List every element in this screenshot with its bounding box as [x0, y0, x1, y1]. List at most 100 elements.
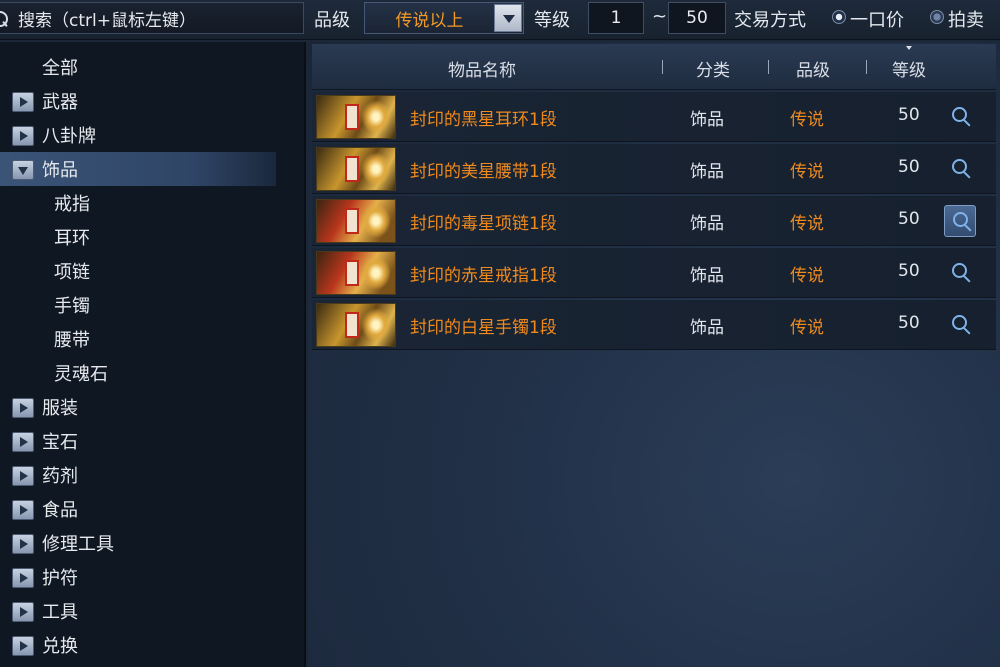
- expand-arrow-icon[interactable]: [12, 398, 34, 418]
- sidebar-item-label: 工具: [42, 602, 78, 623]
- sidebar-item-potions[interactable]: 药剂: [0, 458, 300, 492]
- column-divider: [768, 60, 769, 74]
- table-row[interactable]: 封印的毒星项链1段 饰品 传说 50: [312, 196, 996, 246]
- grade-label: 品级: [314, 10, 350, 31]
- expand-arrow-icon[interactable]: [12, 466, 34, 486]
- table-row[interactable]: 封印的白星手镯1段 饰品 传说 50: [312, 300, 996, 350]
- search-input[interactable]: 搜索（ctrl+鼠标左键）: [0, 2, 304, 34]
- magnifier-icon[interactable]: [944, 205, 976, 237]
- item-thumbnail: [316, 303, 396, 347]
- item-grade: 传说: [790, 162, 824, 182]
- item-thumbnail: [316, 251, 396, 295]
- sidebar-item-food[interactable]: 食品: [0, 492, 300, 526]
- column-divider: [866, 60, 867, 74]
- sidebar-item-weapons[interactable]: 武器: [0, 84, 300, 118]
- radio-fixed-price-label[interactable]: 一口价: [850, 6, 904, 32]
- item-level: 50: [898, 313, 920, 333]
- column-header-level[interactable]: 等级: [892, 56, 926, 81]
- column-header-grade[interactable]: 品级: [796, 56, 830, 81]
- radio-auction-label[interactable]: 拍卖: [948, 6, 984, 32]
- sidebar-item-belts[interactable]: 腰带: [0, 322, 300, 356]
- table-header: 物品名称 分类 品级 等级: [312, 44, 996, 90]
- magnifier-icon[interactable]: [944, 257, 976, 289]
- item-name[interactable]: 封印的赤星戒指1段: [410, 261, 557, 286]
- sidebar-item-necklaces[interactable]: 项链: [0, 254, 300, 288]
- level-label: 等级: [534, 10, 570, 31]
- expand-arrow-icon[interactable]: [12, 500, 34, 520]
- sidebar-item-label: 饰品: [42, 160, 78, 181]
- item-grade: 传说: [790, 214, 824, 234]
- sidebar-item-label: 武器: [42, 92, 78, 113]
- sidebar-item-bagua[interactable]: 八卦牌: [0, 118, 300, 152]
- sidebar-item-gems[interactable]: 宝石: [0, 424, 300, 458]
- sidebar-item-label: 灵魂石: [54, 364, 108, 385]
- sidebar-item-all[interactable]: 全部: [0, 50, 300, 84]
- level-range-separator: ~: [652, 6, 668, 27]
- search-placeholder: 搜索（ctrl+鼠标左键）: [18, 10, 196, 31]
- sidebar-item-label: 全部: [42, 58, 78, 79]
- sidebar-item-label: 八卦牌: [42, 126, 96, 147]
- expand-arrow-icon[interactable]: [12, 636, 34, 656]
- expand-arrow-icon[interactable]: [12, 602, 34, 622]
- magnifier-icon[interactable]: [944, 309, 976, 341]
- sidebar-item-label: 护符: [42, 568, 78, 589]
- table-row[interactable]: 封印的赤星戒指1段 饰品 传说 50: [312, 248, 996, 298]
- magnifier-icon[interactable]: [944, 153, 976, 185]
- item-name[interactable]: 封印的美星腰带1段: [410, 157, 557, 182]
- sidebar-item-costumes[interactable]: 服装: [0, 390, 300, 424]
- item-name[interactable]: 封印的毒星项链1段: [410, 209, 557, 234]
- filter-bar: 搜索（ctrl+鼠标左键） 品级 传说以上 等级 1 ~ 50 交易方式 一口价…: [0, 0, 1000, 40]
- expand-arrow-icon[interactable]: [12, 432, 34, 452]
- expand-arrow-icon[interactable]: [12, 534, 34, 554]
- grade-dropdown[interactable]: 传说以上: [364, 2, 524, 34]
- level-max-input[interactable]: 50: [668, 2, 726, 34]
- column-header-name[interactable]: 物品名称: [448, 56, 516, 81]
- item-name[interactable]: 封印的黑星耳环1段: [410, 105, 557, 130]
- sidebar-item-label: 戒指: [54, 194, 90, 215]
- sidebar-item-label: 腰带: [54, 330, 90, 351]
- column-divider: [662, 60, 663, 74]
- sidebar-item-earrings[interactable]: 耳环: [0, 220, 300, 254]
- item-grade: 传说: [790, 318, 824, 338]
- item-grade: 传说: [790, 266, 824, 286]
- results-panel: 物品名称 分类 品级 等级 封印的黑星耳环1段 饰品 传说 50 封印的美星腰带…: [308, 42, 1000, 667]
- level-min-input[interactable]: 1: [588, 2, 644, 34]
- grade-dropdown-value: 传说以上: [395, 10, 464, 31]
- expand-arrow-icon[interactable]: [12, 126, 34, 146]
- column-header-category[interactable]: 分类: [696, 56, 730, 81]
- item-thumbnail: [316, 147, 396, 191]
- item-name[interactable]: 封印的白星手镯1段: [410, 313, 557, 338]
- expand-arrow-icon[interactable]: [12, 568, 34, 588]
- item-grade: 传说: [790, 110, 824, 130]
- sidebar-item-label: 修理工具: [42, 534, 114, 555]
- sidebar-item-tools[interactable]: 工具: [0, 594, 300, 628]
- collapse-arrow-icon[interactable]: [12, 160, 34, 180]
- radio-fixed-price[interactable]: [832, 10, 846, 24]
- radio-auction[interactable]: [930, 10, 944, 24]
- sidebar-item-accessories[interactable]: 饰品: [0, 152, 276, 186]
- sidebar-item-label: 服装: [42, 398, 78, 419]
- sidebar-item-label: 手镯: [54, 296, 90, 317]
- sidebar-item-talismans[interactable]: 护符: [0, 560, 300, 594]
- search-icon: [0, 9, 14, 27]
- table-row[interactable]: 封印的黑星耳环1段 饰品 传说 50: [312, 92, 996, 142]
- sidebar-item-rings[interactable]: 戒指: [0, 186, 300, 220]
- sidebar-item-label: 药剂: [42, 466, 78, 487]
- sort-indicator-icon: [906, 46, 912, 50]
- category-sidebar: 全部 武器 八卦牌 饰品 戒指 耳环 项链 手镯 腰带 灵魂石 服装 宝石 药剂: [0, 42, 306, 667]
- table-row[interactable]: 封印的美星腰带1段 饰品 传说 50: [312, 144, 996, 194]
- chevron-down-icon[interactable]: [494, 4, 522, 32]
- sidebar-item-exchange[interactable]: 兑换: [0, 628, 300, 662]
- item-category: 饰品: [690, 110, 724, 130]
- item-level: 50: [898, 209, 920, 229]
- magnifier-icon[interactable]: [944, 101, 976, 133]
- sidebar-item-repair-tools[interactable]: 修理工具: [0, 526, 300, 560]
- item-category: 饰品: [690, 162, 724, 182]
- item-level: 50: [898, 157, 920, 177]
- sidebar-item-label: 兑换: [42, 636, 78, 657]
- sidebar-item-label: 项链: [54, 262, 90, 283]
- sidebar-item-bracelets[interactable]: 手镯: [0, 288, 300, 322]
- expand-arrow-icon[interactable]: [12, 92, 34, 112]
- sidebar-item-soulstones[interactable]: 灵魂石: [0, 356, 300, 390]
- item-category: 饰品: [690, 214, 724, 234]
